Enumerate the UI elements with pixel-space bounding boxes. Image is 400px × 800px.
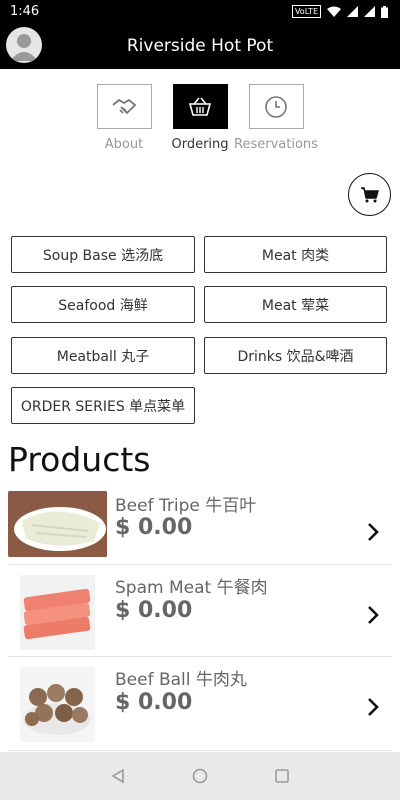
tab-reservations-label: Reservations — [234, 137, 318, 152]
battery-icon — [381, 5, 388, 18]
product-name: Spam Meat 午餐肉 — [115, 578, 268, 598]
category-meat-dishes-button[interactable]: Meat 荤菜 — [204, 286, 387, 323]
app-title: Riverside Hot Pot — [126, 36, 274, 56]
tab-reservations-box — [248, 84, 304, 129]
android-nav-bar — [0, 752, 400, 800]
status-time: 1:46 — [10, 4, 40, 19]
product-name: Beef Tripe 牛百叶 — [115, 496, 257, 516]
category-order-series-button[interactable]: ORDER SERIES 单点菜单 — [11, 387, 195, 424]
product-row[interactable]: Spam Meat 午餐肉 $ 0.00 — [8, 566, 392, 657]
volte-badge: VoLTE — [291, 5, 321, 18]
cart-icon — [360, 186, 379, 202]
clock-icon — [265, 95, 287, 118]
tab-ordering-box — [172, 84, 228, 129]
category-drinks-button[interactable]: Drinks 饮品&啤酒 — [204, 337, 387, 374]
cart-button[interactable] — [348, 173, 391, 216]
basket-icon — [188, 96, 212, 116]
recents-square-icon — [275, 769, 289, 783]
category-meatball-button[interactable]: Meatball 丸子 — [11, 337, 195, 374]
category-seafood-button[interactable]: Seafood 海鲜 — [11, 286, 195, 323]
recents-button[interactable] — [272, 766, 292, 786]
product-row[interactable]: Beef Tripe 牛百叶 $ 0.00 — [8, 488, 392, 565]
home-circle-icon — [192, 768, 208, 784]
product-price: $ 0.00 — [115, 598, 193, 623]
tab-reservations[interactable]: Reservations — [231, 84, 321, 156]
wifi-icon — [327, 6, 341, 17]
category-soup-base-button[interactable]: Soup Base 选汤底 — [11, 236, 195, 273]
product-price: $ 0.00 — [115, 690, 193, 715]
spam-meat-image — [20, 575, 95, 650]
product-row[interactable]: Beef Ball 牛肉丸 $ 0.00 — [8, 658, 392, 751]
signal-icon-2 — [364, 6, 375, 17]
home-button[interactable] — [190, 766, 210, 786]
product-price: $ 0.00 — [115, 515, 193, 540]
signal-icon — [347, 6, 358, 17]
chevron-right-icon — [368, 523, 379, 541]
back-button[interactable] — [108, 766, 128, 786]
products-heading: Products — [8, 440, 151, 479]
handshake-icon — [112, 98, 137, 114]
back-triangle-icon — [111, 769, 124, 783]
status-icons: VoLTE — [291, 5, 388, 18]
chevron-right-icon — [368, 606, 379, 624]
category-meat-button[interactable]: Meat 肉类 — [204, 236, 387, 273]
beef-ball-image — [20, 667, 95, 742]
product-name: Beef Ball 牛肉丸 — [115, 670, 247, 690]
tab-about-box — [96, 84, 152, 129]
chevron-right-icon — [368, 698, 379, 716]
status-bar: 1:46 VoLTE — [0, 0, 400, 24]
beef-tripe-image — [8, 491, 107, 557]
app-header: Riverside Hot Pot — [0, 24, 400, 69]
